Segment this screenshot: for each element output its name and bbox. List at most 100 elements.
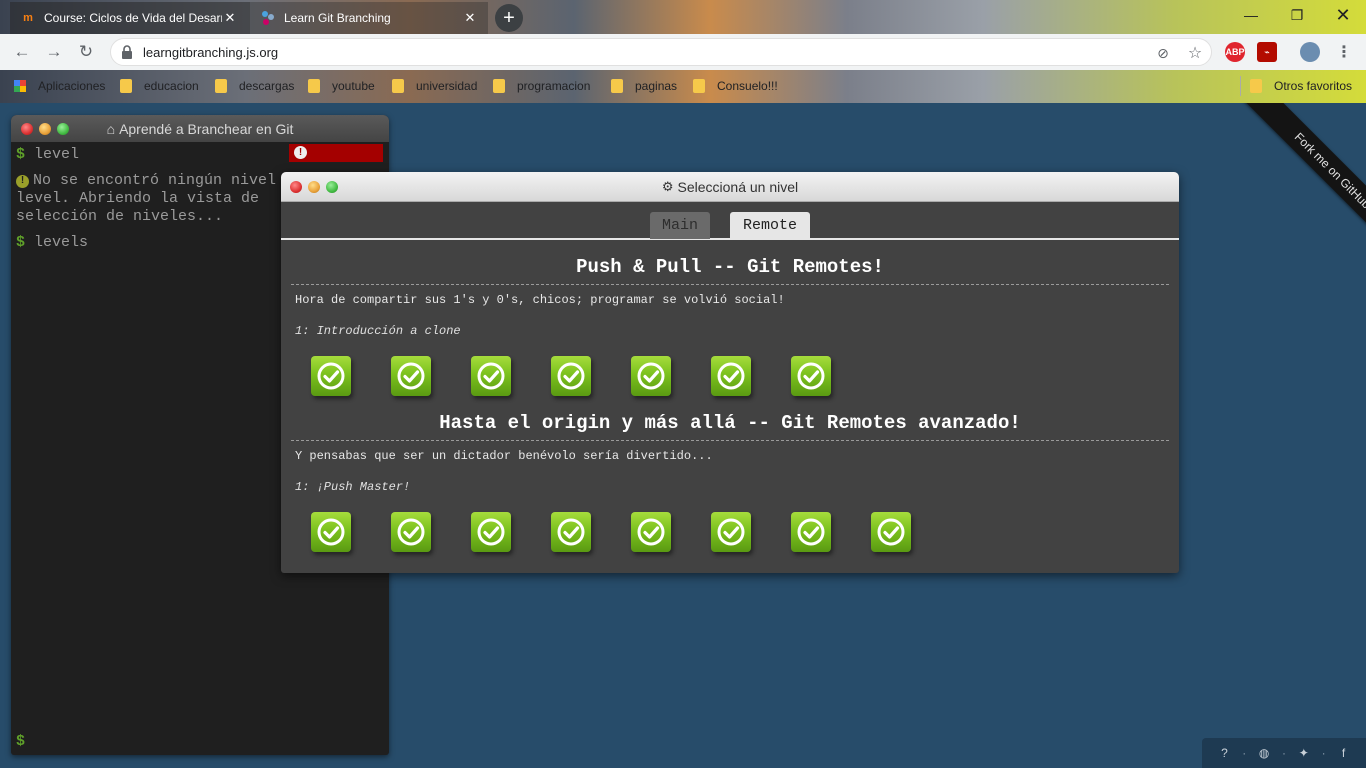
address-bar[interactable]: learngitbranching.js.org ⊘ ☆ <box>110 38 1212 66</box>
twitter-icon[interactable]: ✦ <box>1297 746 1311 760</box>
maximize-dot-icon[interactable] <box>57 123 69 135</box>
new-tab-button[interactable]: + <box>495 4 523 32</box>
dialog-titlebar: ⚙ Seleccioná un nivel <box>281 172 1179 202</box>
level-button[interactable] <box>791 512 831 552</box>
bookmark-consuelo[interactable]: Consuelo!!! <box>693 77 778 95</box>
prompt-symbol: $ <box>16 733 26 750</box>
level-button[interactable] <box>711 356 751 396</box>
checkmark-icon <box>717 518 745 546</box>
close-window-icon[interactable]: ✕ <box>1320 0 1366 30</box>
checkmark-icon <box>397 518 425 546</box>
error-icon: ! <box>294 146 307 159</box>
level-button[interactable] <box>551 356 591 396</box>
moodle-icon: m <box>23 12 33 24</box>
help-icon[interactable]: ? <box>1217 746 1231 760</box>
close-dot-icon[interactable] <box>21 123 33 135</box>
checkmark-icon <box>557 362 585 390</box>
pdf-extension-icon[interactable]: ⌁ <box>1257 42 1277 62</box>
folder-icon <box>120 79 132 93</box>
reload-icon[interactable]: ↻ <box>72 38 100 66</box>
bookmark-star-icon[interactable]: ☆ <box>1185 43 1205 63</box>
bookmark-programacion[interactable]: programacion <box>493 77 590 95</box>
bookmark-apps[interactable]: Aplicaciones <box>14 77 105 95</box>
bookmark-paginas[interactable]: paginas <box>611 77 677 95</box>
tab-course[interactable]: m Course: Ciclos de Vida del Desarrollo … <box>10 2 250 34</box>
dialog-title: Seleccioná un nivel <box>677 178 799 195</box>
tab-strip: m Course: Ciclos de Vida del Desarrollo … <box>0 0 1366 34</box>
minimize-icon[interactable]: — <box>1228 0 1274 30</box>
profile-avatar[interactable] <box>1300 42 1320 62</box>
bookmarks-bar: Aplicaciones educacion descargas youtube… <box>0 70 1366 103</box>
tab-main[interactable]: Main <box>650 212 710 239</box>
window-controls <box>21 123 69 135</box>
checkmark-icon <box>797 518 825 546</box>
terminal-input-line[interactable]: $ <box>16 733 25 751</box>
level-button[interactable] <box>391 356 431 396</box>
checkmark-icon <box>557 518 585 546</box>
apps-grid-icon <box>14 80 26 92</box>
fork-ribbon-label: Fork me on GitHub <box>1291 129 1366 212</box>
level-button[interactable] <box>471 356 511 396</box>
translate-icon[interactable]: ⊘ <box>1153 43 1173 63</box>
git-branch-icon <box>260 10 276 26</box>
current-level-label: 1: ¡Push Master! <box>295 480 411 494</box>
bookmark-youtube[interactable]: youtube <box>308 77 375 95</box>
maximize-dot-icon[interactable] <box>326 181 338 193</box>
gear-icon: ⚙ <box>661 178 674 194</box>
level-button[interactable] <box>631 512 671 552</box>
url-text: learngitbranching.js.org <box>143 45 279 60</box>
divider <box>291 284 1169 285</box>
level-section: Push & Pull -- Git Remotes! Hora de comp… <box>281 256 1179 338</box>
restore-icon[interactable]: ❐ <box>1274 0 1320 30</box>
section-title: Push & Pull -- Git Remotes! <box>576 256 884 278</box>
tab-learn-git[interactable]: Learn Git Branching ✕ <box>250 2 488 34</box>
bookmarks-divider <box>1240 76 1241 96</box>
folder-icon <box>308 79 320 93</box>
folder-icon <box>215 79 227 93</box>
minimize-dot-icon[interactable] <box>39 123 51 135</box>
bookmark-other[interactable]: Otros favoritos <box>1250 77 1352 95</box>
bookmark-educacion[interactable]: educacion <box>120 77 199 95</box>
level-button[interactable] <box>711 512 751 552</box>
minimize-dot-icon[interactable] <box>308 181 320 193</box>
checkmark-icon <box>317 518 345 546</box>
level-button[interactable] <box>391 512 431 552</box>
section-about: Y pensabas que ser un dictador benévolo … <box>295 449 713 463</box>
level-button[interactable] <box>471 512 511 552</box>
tab-remote[interactable]: Remote <box>730 212 810 239</box>
close-tab-icon[interactable]: ✕ <box>222 10 238 26</box>
divider <box>291 440 1169 441</box>
checkmark-icon <box>317 362 345 390</box>
command-text: level <box>34 146 80 163</box>
back-icon[interactable]: ← <box>8 38 36 66</box>
terminal-message: ! No se encontró ningún nivel level. Abri… <box>16 172 277 225</box>
bookmark-universidad[interactable]: universidad <box>392 77 477 95</box>
facebook-icon[interactable]: f <box>1336 746 1350 760</box>
level-button-row <box>311 356 831 396</box>
checkmark-icon <box>717 362 745 390</box>
menu-kebab-icon[interactable]: ⋮ <box>1334 42 1354 62</box>
level-section: Hasta el origin y más allá -- Git Remote… <box>281 412 1179 494</box>
forward-icon[interactable]: → <box>40 38 68 66</box>
level-button[interactable] <box>791 356 831 396</box>
checkmark-icon <box>477 518 505 546</box>
level-button[interactable] <box>551 512 591 552</box>
adblock-icon[interactable]: ABP <box>1225 42 1245 62</box>
browser-chrome: m Course: Ciclos de Vida del Desarrollo … <box>0 0 1366 103</box>
close-tab-icon[interactable]: ✕ <box>462 10 478 26</box>
checkmark-icon <box>637 362 665 390</box>
level-button[interactable] <box>631 356 671 396</box>
folder-icon <box>693 79 705 93</box>
terminal-titlebar: ⌂ Aprendé a Branchear en Git <box>11 115 389 142</box>
section-about: Hora de compartir sus 1's y 0's, chicos;… <box>295 293 785 307</box>
level-button-row <box>311 512 911 552</box>
command-text: levels <box>34 234 89 251</box>
fork-ribbon[interactable]: Fork me on GitHub <box>1216 103 1366 253</box>
globe-icon[interactable]: ◍ <box>1257 746 1271 760</box>
close-dot-icon[interactable] <box>290 181 302 193</box>
level-button[interactable] <box>311 512 351 552</box>
checkmark-icon <box>477 362 505 390</box>
level-button[interactable] <box>311 356 351 396</box>
level-button[interactable] <box>871 512 911 552</box>
bookmark-descargas[interactable]: descargas <box>215 77 294 95</box>
